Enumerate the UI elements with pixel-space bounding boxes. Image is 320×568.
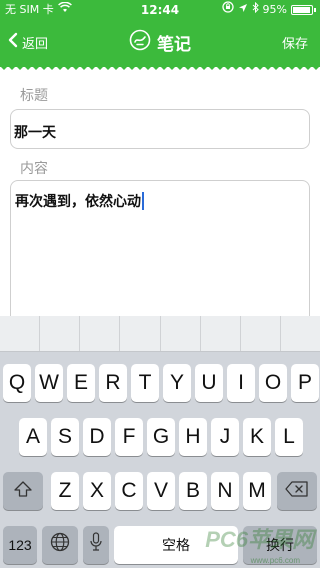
save-button[interactable]: 保存 (282, 20, 308, 64)
candidate-slot[interactable] (241, 316, 281, 351)
key-y[interactable]: Y (163, 364, 191, 402)
title-value: 那一天 (14, 125, 56, 141)
key-s[interactable]: S (51, 418, 79, 456)
notes-logo-icon (129, 29, 151, 56)
nav-bar: 返回 笔记 保存 (0, 20, 320, 64)
key-u[interactable]: U (195, 364, 223, 402)
candidate-slot[interactable] (40, 316, 81, 351)
key-c[interactable]: C (115, 472, 143, 510)
key-t[interactable]: T (131, 364, 159, 402)
delete-key[interactable] (277, 472, 317, 510)
page-title-text: 笔记 (157, 34, 191, 55)
key-b[interactable]: B (179, 472, 207, 510)
key-j[interactable]: J (211, 418, 239, 456)
battery-percent: 95% (262, 3, 287, 16)
candidate-slot[interactable] (120, 316, 161, 351)
title-field[interactable]: 那一天 (10, 109, 310, 149)
dictation-key[interactable] (83, 526, 109, 564)
status-bar: 无 SIM 卡 12:44 95% (0, 0, 320, 20)
key-v[interactable]: V (147, 472, 175, 510)
key-e[interactable]: E (67, 364, 95, 402)
keyboard: QWERTYUIOP ASDFGHJKL ZXCVBNM 123 空格 换行 PC6… (0, 316, 320, 568)
key-l[interactable]: L (275, 418, 303, 456)
location-icon (238, 0, 248, 20)
candidate-slot[interactable] (201, 316, 241, 351)
page-title: 笔记 (0, 20, 320, 64)
watermark-url: www.pc6.com (250, 556, 300, 565)
status-right: 95% (221, 0, 316, 20)
content-value-wrap: 再次遇到，依然心动 (15, 191, 144, 211)
candidate-slot[interactable] (161, 316, 201, 351)
key-r[interactable]: R (99, 364, 127, 402)
key-m[interactable]: M (243, 472, 271, 510)
globe-key[interactable] (42, 526, 78, 564)
key-n[interactable]: N (211, 472, 239, 510)
key-z[interactable]: Z (51, 472, 79, 510)
key-i[interactable]: I (227, 364, 255, 402)
candidate-slot[interactable] (0, 316, 41, 351)
content-field[interactable]: 再次遇到，依然心动 (10, 180, 310, 330)
candidate-slot[interactable] (281, 316, 320, 351)
key-p[interactable]: P (291, 364, 319, 402)
paper-edge (0, 64, 320, 70)
key-k[interactable]: K (243, 418, 271, 456)
app-header: 无 SIM 卡 12:44 95% 返回 笔记 保存 (0, 0, 320, 67)
text-cursor (142, 192, 144, 210)
key-a[interactable]: A (19, 418, 47, 456)
content-value: 再次遇到，依然心动 (15, 194, 141, 210)
key-w[interactable]: W (35, 364, 63, 402)
backspace-icon (285, 479, 309, 503)
key-g[interactable]: G (147, 418, 175, 456)
content-label: 内容 (20, 161, 48, 177)
key-x[interactable]: X (83, 472, 111, 510)
watermark-logo: PC6苹果网 (205, 527, 314, 552)
battery-fill (293, 7, 311, 13)
candidate-bar (0, 316, 320, 352)
bluetooth-icon (252, 0, 259, 20)
key-h[interactable]: H (179, 418, 207, 456)
key-d[interactable]: D (83, 418, 111, 456)
key-f[interactable]: F (115, 418, 143, 456)
shift-icon (14, 479, 32, 503)
title-label: 标题 (20, 88, 48, 104)
battery-icon (291, 5, 316, 15)
candidate-slot[interactable] (80, 316, 121, 351)
orientation-lock-icon (221, 0, 234, 20)
globe-icon (50, 532, 70, 558)
microphone-icon (90, 532, 102, 558)
key-o[interactable]: O (259, 364, 287, 402)
shift-key[interactable] (3, 472, 43, 510)
numbers-key[interactable]: 123 (3, 526, 37, 564)
key-q[interactable]: Q (3, 364, 31, 402)
